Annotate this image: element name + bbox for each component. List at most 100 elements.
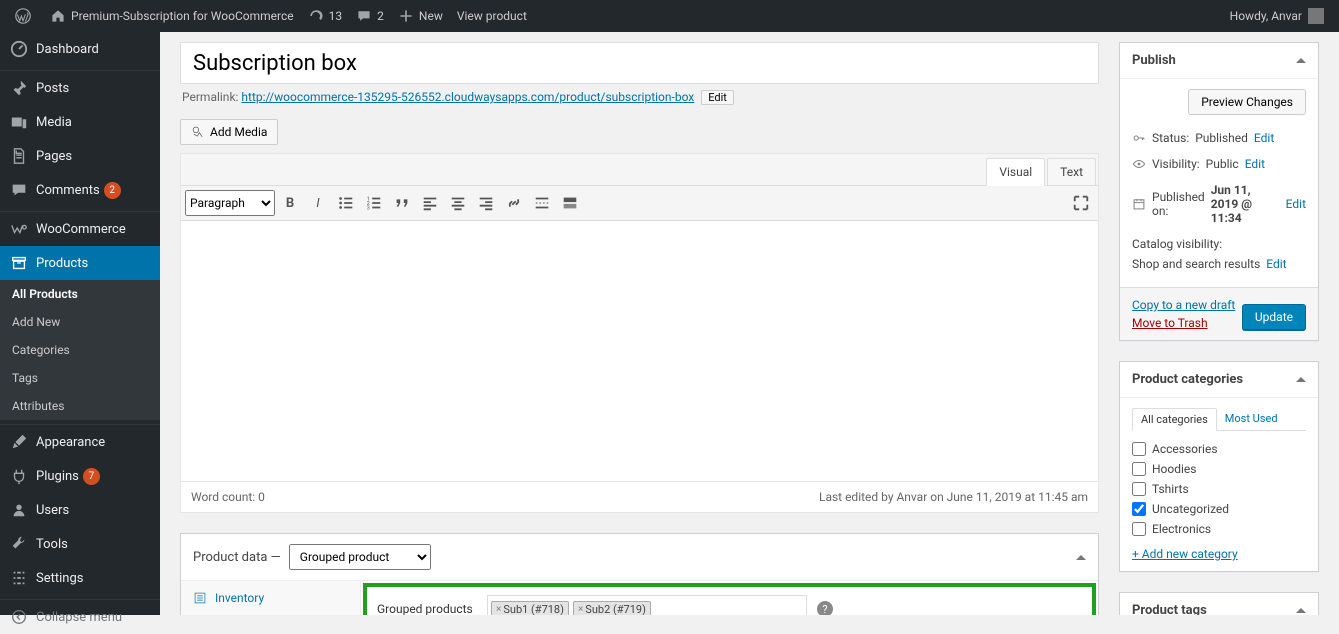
add-media-button[interactable]: Add Media bbox=[180, 119, 278, 145]
new-link[interactable]: New bbox=[391, 0, 450, 32]
product-data-box: Product data — Grouped product Inventory… bbox=[180, 533, 1099, 615]
edit-catalog-link[interactable]: Edit bbox=[1266, 257, 1286, 271]
site-link[interactable]: Premium-Subscription for WooCommerce bbox=[43, 0, 301, 32]
cat-tab-used[interactable]: Most Used bbox=[1217, 408, 1286, 430]
submenu-attributes[interactable]: Attributes bbox=[0, 392, 160, 420]
toggle-icon[interactable] bbox=[1076, 555, 1086, 560]
menu-pages[interactable]: Pages bbox=[0, 139, 160, 173]
category-checkbox[interactable] bbox=[1132, 462, 1146, 476]
copy-draft-link[interactable]: Copy to a new draft bbox=[1132, 298, 1235, 312]
menu-appearance[interactable]: Appearance bbox=[0, 425, 160, 459]
pd-tab-inventory[interactable]: Inventory bbox=[181, 581, 360, 615]
menu-tools[interactable]: Tools bbox=[0, 527, 160, 561]
bullet-list-button[interactable] bbox=[333, 190, 359, 216]
submenu-all-products[interactable]: All Products bbox=[0, 280, 160, 308]
word-count: Word count: 0 bbox=[191, 490, 265, 504]
editor-body[interactable] bbox=[181, 221, 1098, 481]
preview-changes-button[interactable]: Preview Changes bbox=[1188, 89, 1306, 115]
number-list-button[interactable]: 123 bbox=[361, 190, 387, 216]
category-checkbox[interactable] bbox=[1132, 502, 1146, 516]
menu-posts[interactable]: Posts bbox=[0, 71, 160, 105]
tags-title: Product tags bbox=[1132, 603, 1207, 615]
toolbar-toggle-button[interactable] bbox=[557, 190, 583, 216]
move-trash-link[interactable]: Move to Trash bbox=[1132, 316, 1208, 330]
comment-icon bbox=[356, 8, 372, 24]
menu-comments[interactable]: Comments2 bbox=[0, 173, 160, 207]
category-item[interactable]: Hoodies bbox=[1132, 459, 1306, 479]
menu-products[interactable]: Products bbox=[0, 246, 160, 280]
permalink-url[interactable]: http://woocommerce-135295-526552.cloudwa… bbox=[241, 90, 694, 104]
users-icon bbox=[10, 501, 28, 519]
category-item[interactable]: Tshirts bbox=[1132, 479, 1306, 499]
updates-link[interactable]: 13 bbox=[301, 0, 350, 32]
collapse-icon bbox=[10, 608, 28, 626]
remove-icon[interactable]: × bbox=[578, 604, 583, 615]
admin-bar: Premium-Subscription for WooCommerce 13 … bbox=[0, 0, 1339, 32]
quote-button[interactable] bbox=[389, 190, 415, 216]
align-right-button[interactable] bbox=[473, 190, 499, 216]
category-item[interactable]: Uncategorized bbox=[1132, 499, 1306, 519]
align-left-button[interactable] bbox=[417, 190, 443, 216]
italic-button[interactable]: I bbox=[305, 190, 331, 216]
product-title-input[interactable] bbox=[180, 42, 1099, 84]
toggle-icon[interactable] bbox=[1296, 377, 1306, 382]
plugins-badge: 7 bbox=[83, 468, 100, 485]
menu-woocommerce[interactable]: WooCommerce bbox=[0, 212, 160, 246]
catalog-row: Catalog visibility: Shop and search resu… bbox=[1132, 231, 1306, 277]
category-label: Tshirts bbox=[1152, 482, 1189, 496]
comments-badge: 2 bbox=[104, 182, 121, 199]
add-category-link[interactable]: + Add new category bbox=[1132, 547, 1238, 561]
bold-button[interactable]: B bbox=[277, 190, 303, 216]
submenu-add-new[interactable]: Add New bbox=[0, 308, 160, 336]
insert-more-button[interactable] bbox=[529, 190, 555, 216]
permalink-edit-button[interactable]: Edit bbox=[701, 90, 734, 105]
eye-icon bbox=[1132, 157, 1146, 171]
submenu-categories[interactable]: Categories bbox=[0, 336, 160, 364]
edit-status-link[interactable]: Edit bbox=[1254, 131, 1274, 145]
fullscreen-button[interactable] bbox=[1068, 190, 1094, 216]
submenu-tags[interactable]: Tags bbox=[0, 364, 160, 392]
visual-tab[interactable]: Visual bbox=[986, 158, 1045, 186]
editor-toolbar: Paragraph B I 123 bbox=[181, 186, 1098, 221]
view-product-link[interactable]: View product bbox=[450, 0, 534, 32]
admin-sidebar: Dashboard Posts Media Pages Comments2 Wo… bbox=[0, 32, 160, 615]
product-chip[interactable]: ×Sub2 (#719) bbox=[573, 601, 651, 616]
align-center-button[interactable] bbox=[445, 190, 471, 216]
edit-date-link[interactable]: Edit bbox=[1286, 197, 1306, 211]
menu-collapse[interactable]: Collapse menu bbox=[0, 600, 160, 634]
menu-media[interactable]: Media bbox=[0, 105, 160, 139]
text-tab[interactable]: Text bbox=[1047, 158, 1096, 185]
category-item[interactable]: Accessories bbox=[1132, 439, 1306, 459]
published-row: Published on: Jun 11, 2019 @ 11:34 Edit bbox=[1132, 177, 1306, 231]
grouped-products-field[interactable]: ×Sub1 (#718) ×Sub2 (#719) bbox=[487, 595, 807, 615]
menu-plugins[interactable]: Plugins7 bbox=[0, 459, 160, 493]
remove-icon[interactable]: × bbox=[496, 604, 501, 615]
home-icon bbox=[50, 8, 66, 24]
link-button[interactable] bbox=[501, 190, 527, 216]
plus-icon bbox=[398, 8, 414, 24]
product-type-select[interactable]: Grouped product bbox=[289, 544, 431, 570]
category-checkbox[interactable] bbox=[1132, 442, 1146, 456]
toggle-icon[interactable] bbox=[1296, 58, 1306, 63]
menu-dashboard[interactable]: Dashboard bbox=[0, 32, 160, 66]
pages-icon bbox=[10, 147, 28, 165]
wp-logo[interactable] bbox=[8, 0, 43, 32]
edit-visibility-link[interactable]: Edit bbox=[1245, 157, 1265, 171]
menu-settings[interactable]: Settings bbox=[0, 561, 160, 595]
comments-link[interactable]: 2 bbox=[349, 0, 391, 32]
menu-users[interactable]: Users bbox=[0, 493, 160, 527]
media-icon bbox=[191, 125, 205, 139]
archive-icon bbox=[10, 254, 28, 272]
paragraph-select[interactable]: Paragraph bbox=[185, 190, 275, 216]
toggle-icon[interactable] bbox=[1296, 608, 1306, 613]
update-button[interactable]: Update bbox=[1242, 304, 1306, 330]
product-data-tabs: Inventory Linked Products Attributes Adv… bbox=[181, 581, 361, 615]
user-greeting[interactable]: Howdy, Anvar bbox=[1223, 0, 1331, 32]
help-icon[interactable]: ? bbox=[817, 601, 833, 615]
category-item[interactable]: Electronics bbox=[1132, 519, 1306, 539]
product-chip[interactable]: ×Sub1 (#718) bbox=[491, 601, 569, 616]
cat-tab-all[interactable]: All categories bbox=[1132, 408, 1217, 431]
category-checkbox[interactable] bbox=[1132, 522, 1146, 536]
category-checkbox[interactable] bbox=[1132, 482, 1146, 496]
visibility-row: Visibility: Public Edit bbox=[1132, 151, 1306, 177]
